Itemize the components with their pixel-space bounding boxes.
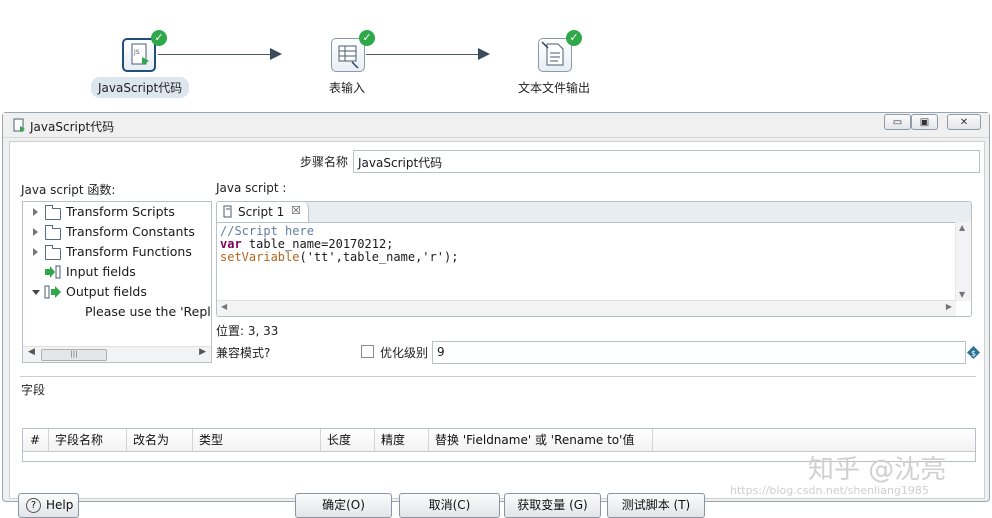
- folder-icon: [45, 245, 61, 260]
- minimize-button[interactable]: ▭: [884, 114, 911, 130]
- hop-line[interactable]: [158, 54, 274, 55]
- scroll-left-icon[interactable]: ◀: [28, 347, 35, 357]
- tree-item-output-fields[interactable]: Output fields: [23, 282, 211, 302]
- hop-arrow-icon: [270, 48, 282, 60]
- tab-label: Script 1: [238, 205, 285, 219]
- scroll-up-icon[interactable]: ▲: [959, 223, 965, 232]
- tree-item-transform-functions[interactable]: Transform Functions: [23, 242, 211, 262]
- column-header-replace[interactable]: 替换 'Fieldname' 或 'Rename to'值: [429, 429, 653, 452]
- column-header-index[interactable]: #: [23, 429, 49, 452]
- code-token: table_name=20170212;: [241, 237, 394, 251]
- help-icon: ?: [26, 498, 41, 513]
- tree-item-label: Output fields: [66, 284, 147, 299]
- editor-vscrollbar[interactable]: ▲ ▼: [955, 222, 971, 301]
- compat-mode-checkbox[interactable]: [361, 345, 374, 358]
- input-fields-icon: [45, 265, 61, 279]
- hop-line[interactable]: [366, 54, 482, 55]
- step-javascript[interactable]: JS: [122, 38, 156, 72]
- step-name-input[interactable]: JavaScript代码: [353, 150, 980, 173]
- editor-hscrollbar[interactable]: ◀ ▶: [217, 300, 956, 316]
- text-file-output-icon: [541, 41, 564, 66]
- success-check-icon: ✓: [566, 30, 582, 46]
- folder-icon: [45, 225, 61, 240]
- folder-icon: [45, 205, 61, 220]
- step-label[interactable]: 文本文件输出: [518, 79, 590, 96]
- javascript-step-icon: [13, 118, 25, 132]
- compat-mode-label: 兼容模式?: [216, 346, 271, 360]
- code-token: setVariable: [220, 250, 300, 264]
- svg-text:$: $: [971, 349, 976, 358]
- expand-arrow-icon[interactable]: [33, 248, 38, 256]
- script-label: Java script :: [216, 181, 287, 195]
- cursor-position: 位置: 3, 33: [216, 324, 279, 338]
- scroll-thumb[interactable]: |||: [41, 349, 107, 361]
- function-tree[interactable]: Transform Scripts Transform Constants Tr…: [22, 201, 212, 363]
- javascript-dialog: JavaScript代码 ▭ ▣ ✕ 步骤名称 JavaScript代码 Jav…: [2, 112, 990, 518]
- script-tabbar: Script 1 ☒: [217, 202, 971, 223]
- javascript-step-icon: JS: [131, 43, 149, 65]
- scroll-down-icon[interactable]: ▼: [959, 290, 965, 299]
- tree-item-hint: Please use the 'Replac: [23, 302, 211, 322]
- close-button[interactable]: ✕: [947, 114, 981, 130]
- output-fields-icon: [44, 285, 61, 299]
- code-token: ('tt',table_name,'r');: [299, 250, 459, 264]
- code-token: var: [220, 237, 242, 251]
- cancel-button[interactable]: 取消(C): [399, 493, 500, 518]
- step-name-label: 步骤名称: [300, 155, 349, 169]
- tree-item-input-fields[interactable]: Input fields: [23, 262, 211, 282]
- tree-item-label: Transform Scripts: [66, 204, 175, 219]
- column-header-rename-to[interactable]: 改名为: [127, 429, 193, 452]
- ok-button[interactable]: 确定(O): [295, 493, 392, 518]
- collapse-arrow-icon[interactable]: [32, 290, 40, 295]
- script-editor[interactable]: Script 1 ☒ //Script here var table_name=2…: [216, 201, 972, 317]
- success-check-icon: ✓: [359, 30, 375, 46]
- table-input-icon: [338, 45, 359, 69]
- tab-script-1[interactable]: Script 1 ☒: [217, 202, 309, 222]
- get-variables-button[interactable]: 获取变量 (G): [504, 493, 601, 518]
- restore-button[interactable]: ▣: [911, 114, 938, 130]
- separator: [20, 377, 976, 378]
- test-script-button[interactable]: 测试脚本 (T): [607, 493, 705, 518]
- variable-icon[interactable]: $: [967, 346, 980, 359]
- help-label: Help: [46, 498, 74, 512]
- help-button[interactable]: ? Help: [18, 493, 79, 518]
- tree-hscrollbar[interactable]: ◀ ||| ▶: [23, 346, 211, 362]
- transformation-canvas[interactable]: JS ✓ JavaScript代码 ✓ 表输入 ✓ 文本文件输出: [0, 0, 992, 108]
- column-header-field-name[interactable]: 字段名称: [49, 429, 127, 452]
- tree-item-label: Transform Constants: [66, 224, 195, 239]
- scroll-right-icon[interactable]: ▶: [946, 302, 952, 311]
- tree-item-transform-scripts[interactable]: Transform Scripts: [23, 202, 211, 222]
- expand-arrow-icon[interactable]: [33, 228, 38, 236]
- column-header-type[interactable]: 类型: [193, 429, 321, 452]
- code-token: //Script here: [220, 224, 314, 238]
- dialog-client: 步骤名称 JavaScript代码 Java script 函数: Java s…: [9, 141, 985, 518]
- script-icon: [223, 205, 232, 218]
- scroll-right-icon[interactable]: ▶: [199, 347, 206, 357]
- optimize-level-input[interactable]: 9: [432, 341, 966, 364]
- watermark-url: https://blog.csdn.net/shenliang1985: [730, 484, 929, 497]
- tree-item-transform-constants[interactable]: Transform Constants: [23, 222, 211, 242]
- expand-arrow-icon[interactable]: [33, 208, 38, 216]
- success-check-icon: ✓: [151, 30, 167, 46]
- fields-label: 字段: [21, 383, 46, 397]
- scroll-left-icon[interactable]: ◀: [221, 302, 227, 311]
- step-label[interactable]: JavaScript代码: [91, 77, 190, 98]
- tab-close-icon[interactable]: ☒: [291, 204, 301, 217]
- optimize-level-label: 优化级别: [380, 346, 429, 360]
- step-label[interactable]: 表输入: [329, 79, 365, 96]
- watermark-brand: 知乎 @沈亮: [808, 455, 947, 485]
- tree-item-label: Input fields: [66, 264, 136, 279]
- hop-arrow-icon: [478, 48, 490, 60]
- column-header-precision[interactable]: 精度: [375, 429, 429, 452]
- tree-item-label: Please use the 'Replac: [85, 304, 211, 319]
- functions-label: Java script 函数:: [21, 183, 116, 197]
- code-area[interactable]: //Script here var table_name=20170212; set…: [220, 225, 458, 264]
- tree-item-label: Transform Functions: [66, 244, 192, 259]
- code-line[interactable]: setVariable('tt',table_name,'r');: [220, 251, 458, 264]
- svg-text:JS: JS: [133, 49, 140, 56]
- dialog-titlebar[interactable]: JavaScript代码 ▭ ▣ ✕: [3, 113, 989, 138]
- column-header-length[interactable]: 长度: [321, 429, 375, 452]
- dialog-title: JavaScript代码: [30, 120, 115, 134]
